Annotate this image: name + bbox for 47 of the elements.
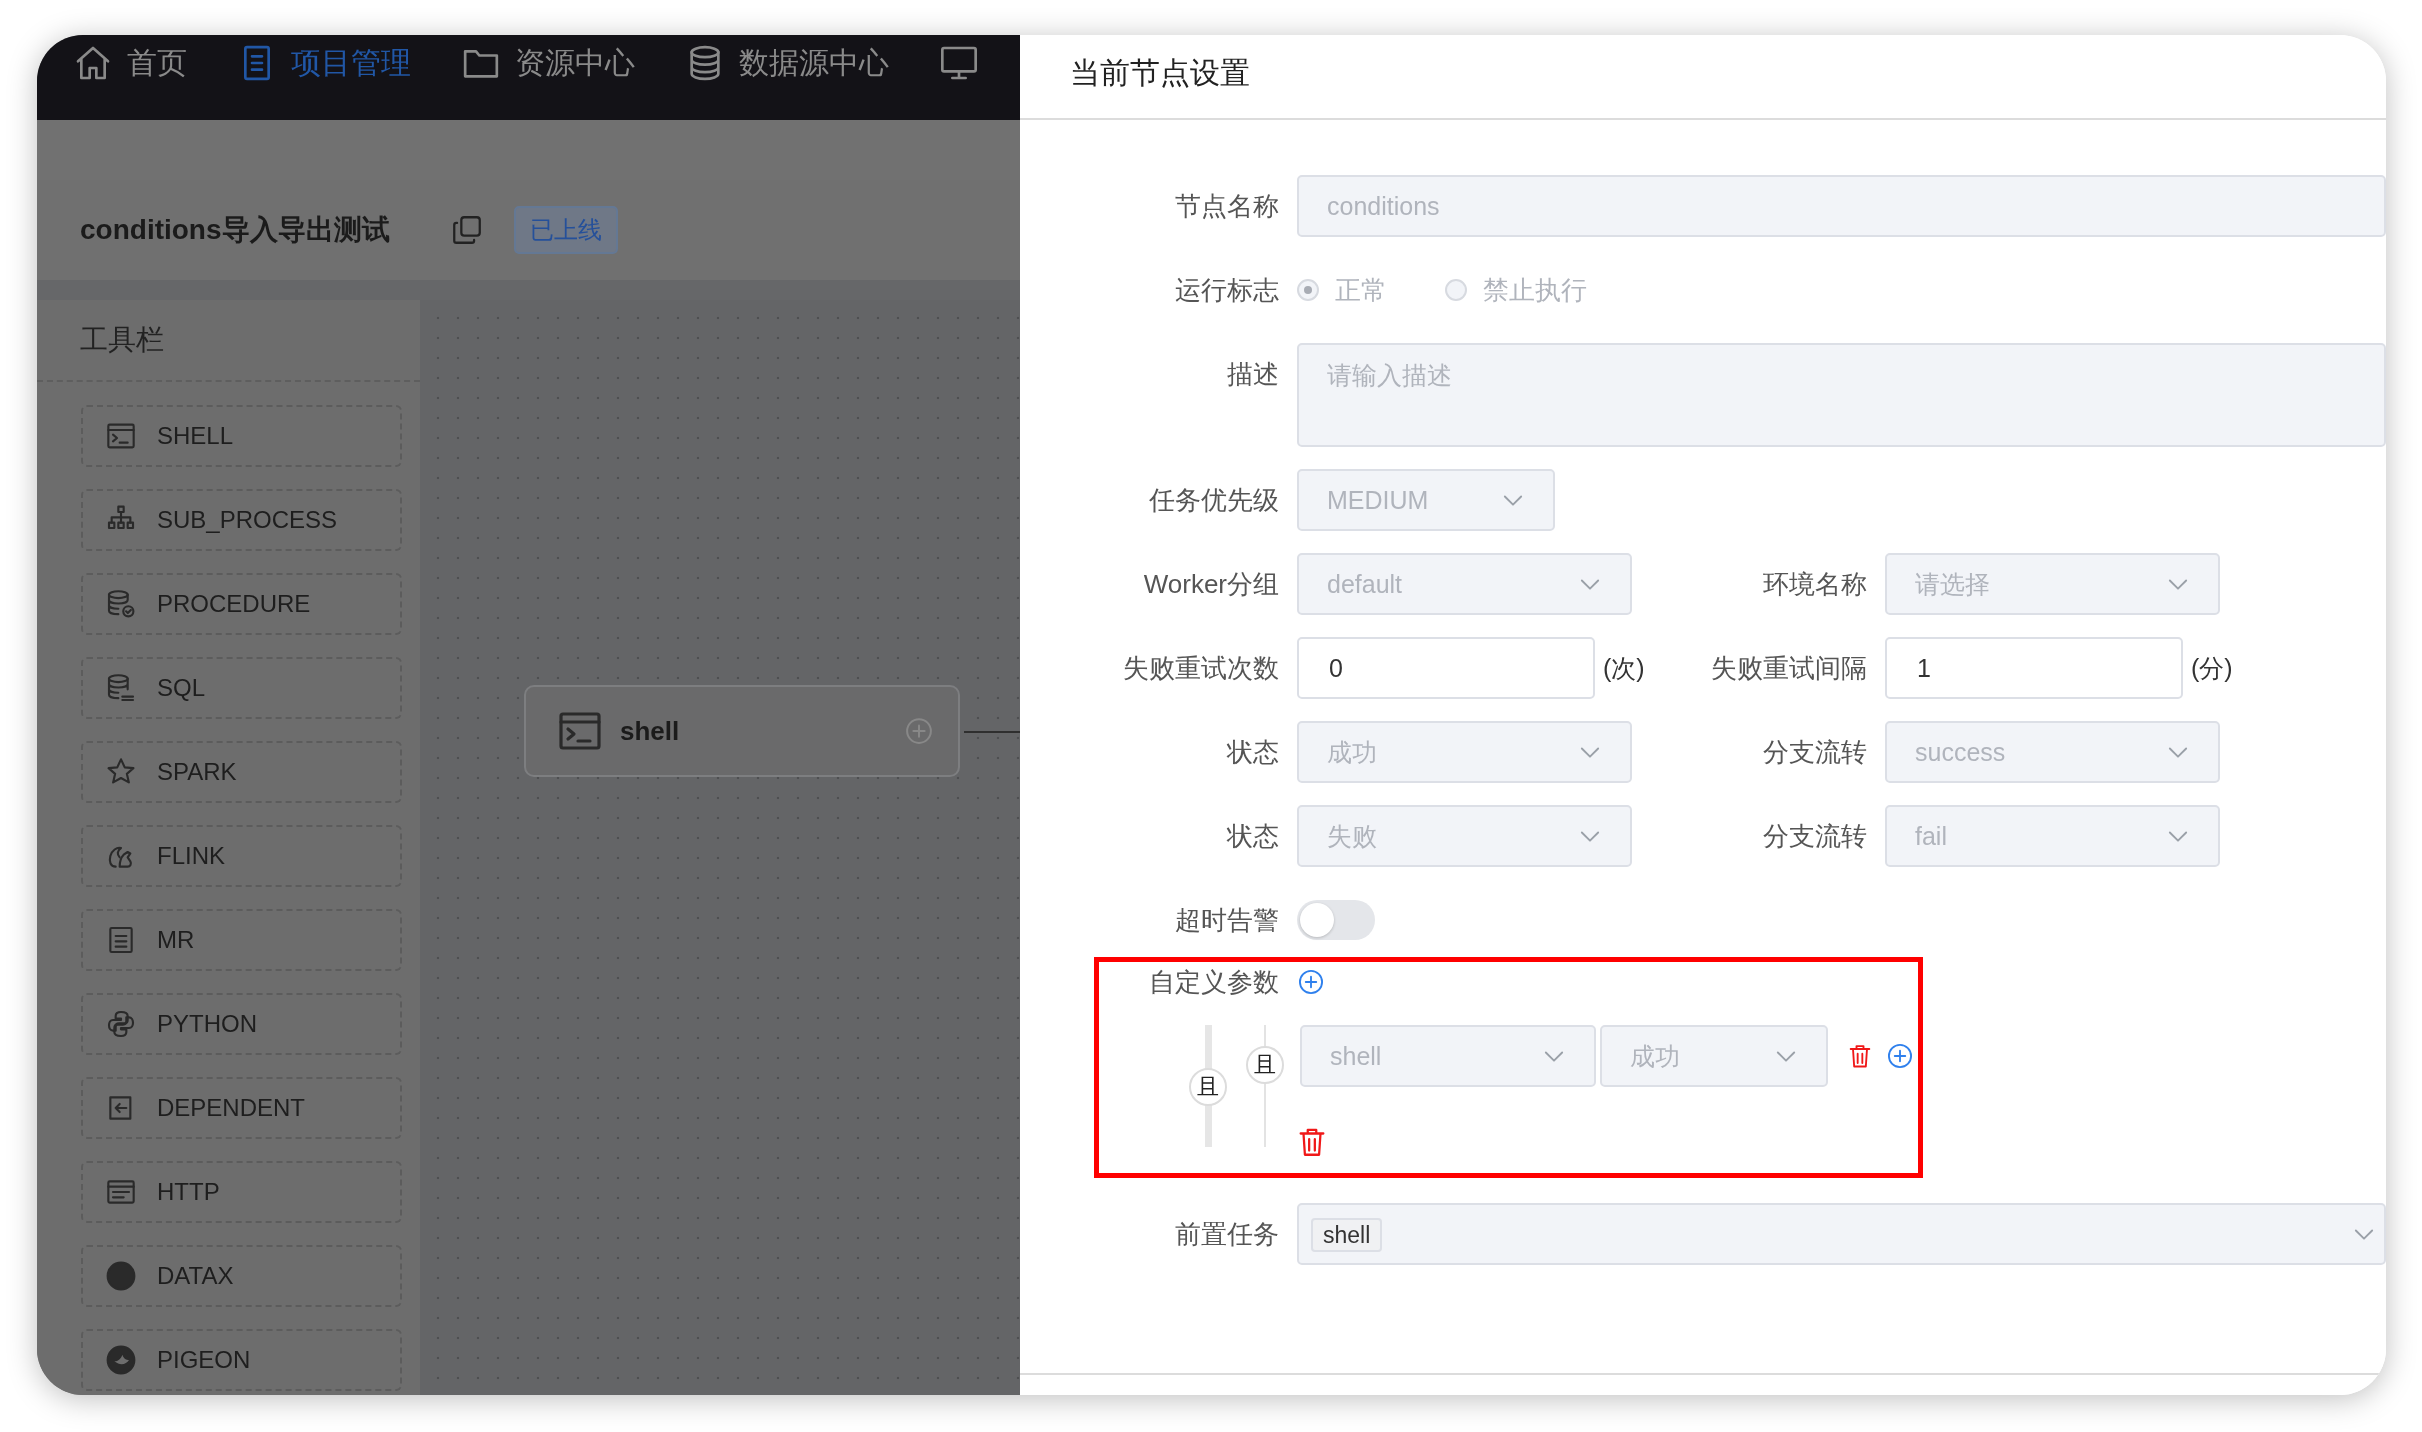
field-label: 环境名称	[1762, 568, 1867, 601]
field-label: 任务优先级	[1148, 484, 1279, 517]
number-field[interactable]: 1	[1885, 637, 2183, 699]
relation-toggle[interactable]: 且	[1189, 1068, 1227, 1106]
workflow-title: conditions导入导出测试	[80, 213, 390, 247]
unit-label: (次)	[1603, 652, 1645, 684]
field-label: Worker分组	[1142, 568, 1279, 601]
task-type-item[interactable]: DATAX	[81, 1245, 402, 1307]
task-type-item[interactable]: SUB_PROCESS	[81, 489, 402, 551]
drawer-title: 当前节点设置	[1070, 56, 1250, 89]
toolbar-title: 工具栏	[80, 323, 164, 357]
field-label: 描述	[1226, 358, 1279, 391]
field-label: 自定义参数	[1148, 966, 1279, 999]
task-tag: shell	[1311, 1217, 1383, 1252]
field-label: 失败重试间隔	[1710, 652, 1867, 685]
unit-label: (分)	[2191, 652, 2233, 684]
field-label: 前置任务	[1174, 1218, 1279, 1251]
field-label: 节点名称	[1174, 190, 1279, 223]
nav-tab[interactable]: 首页	[127, 42, 187, 84]
nav-tab[interactable]: 资源中心	[515, 42, 635, 84]
radio-label: 正常	[1335, 273, 1387, 307]
field-label: 失败重试次数	[1122, 652, 1279, 685]
radio-label: 禁止执行	[1483, 273, 1587, 307]
node-label: shell	[620, 715, 681, 747]
task-type-item[interactable]: PYTHON	[81, 993, 402, 1055]
task-type-item[interactable]: DEPENDENT	[81, 1077, 402, 1139]
field-label: 状态	[1225, 736, 1279, 769]
task-type-item[interactable]: HTTP	[81, 1161, 402, 1223]
multi-select-field[interactable]: shell	[1297, 1203, 2386, 1265]
field-label: 分支流转	[1762, 820, 1867, 853]
task-type-item[interactable]: SQL	[81, 657, 402, 719]
task-type-item[interactable]: FLINK	[81, 825, 402, 887]
field-label: 状态	[1225, 820, 1279, 853]
field-label: 超时告警	[1174, 904, 1279, 937]
nav-tab[interactable]: 数据源中心	[739, 42, 889, 84]
task-type-item[interactable]: SPARK	[81, 741, 402, 803]
task-type-item[interactable]: SHELL	[81, 405, 402, 467]
nav-tab[interactable]: 项目管理	[291, 42, 411, 84]
field-label: 分支流转	[1762, 736, 1867, 769]
task-node[interactable]: shell	[524, 685, 960, 777]
number-field[interactable]: 0	[1297, 637, 1595, 699]
status-badge: 已上线	[513, 206, 618, 254]
task-type-item[interactable]: PIGEON	[81, 1329, 402, 1391]
relation-toggle[interactable]: 且	[1246, 1046, 1284, 1084]
task-type-item[interactable]: PROCEDURE	[81, 573, 402, 635]
task-type-item[interactable]: MR	[81, 909, 402, 971]
field-label: 运行标志	[1174, 274, 1279, 307]
